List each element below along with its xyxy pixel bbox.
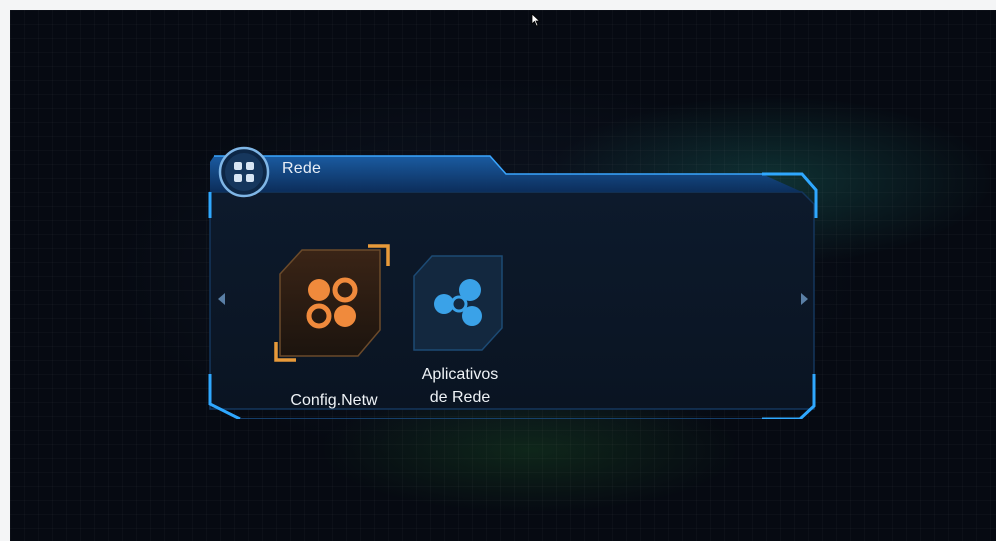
page-title: Rede — [282, 160, 322, 177]
menu-item-config-netw[interactable]: Config.Netw — [274, 244, 392, 409]
menu-item-label-line1: Aplicativos — [421, 366, 499, 383]
arrow-left-icon[interactable] — [216, 292, 226, 306]
tv-screen: Rede Config.Netw Aplicativos de Rede — [10, 10, 996, 541]
menu-item-label-line2: de Rede — [429, 389, 491, 406]
mouse-cursor-icon — [531, 13, 541, 27]
network-menu-panel: Rede Config.Netw Aplicativos de Rede — [202, 134, 822, 419]
arrow-right-icon[interactable] — [800, 292, 810, 306]
network-config-icon — [274, 244, 390, 362]
menu-item-label: Config.Netw — [290, 392, 378, 409]
grid-menu-icon — [218, 146, 270, 198]
menu-item-aplicativos-de-rede[interactable]: Aplicativos de Rede — [410, 252, 510, 406]
network-apps-icon — [413, 255, 503, 351]
